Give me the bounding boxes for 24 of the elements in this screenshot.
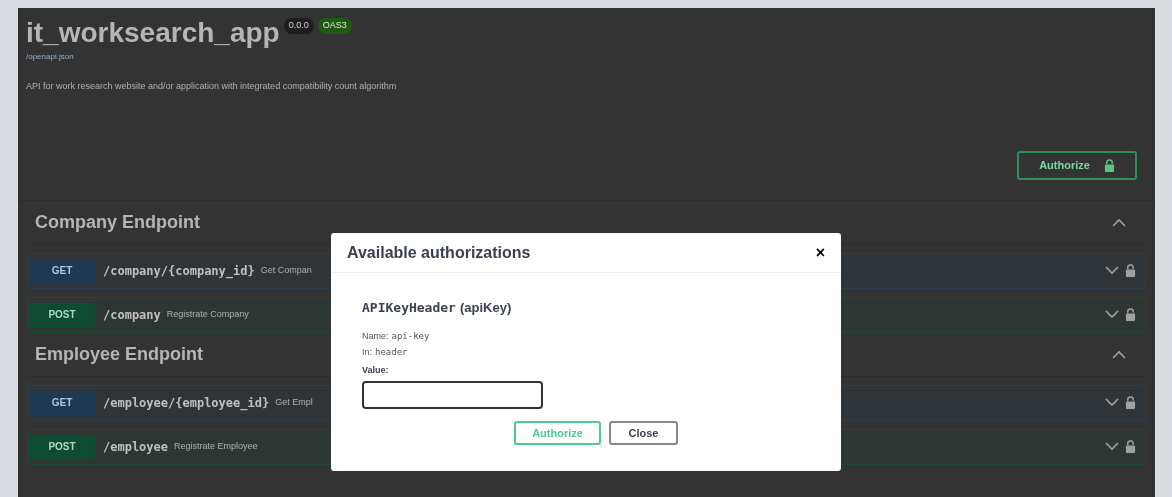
endpoint-summary: Get Compan (260, 263, 312, 277)
method-badge: GET (29, 390, 95, 415)
in-value: header (375, 346, 408, 359)
in-label: In: (362, 346, 372, 359)
version-badge: OAS3 (317, 18, 352, 34)
value-label: Value: (362, 363, 390, 377)
app-title: it_worksearch_app (26, 16, 280, 50)
scheme-name: APIKeyHeader (362, 299, 456, 317)
api-description: API for work research website and/or application with integrated compatibility count algorithm (26, 80, 398, 93)
method-badge: GET (29, 258, 95, 283)
endpoint-path: /company (103, 306, 161, 324)
endpoint-path: /employee/{employee_id} (103, 394, 270, 412)
endpoint-summary: Get Empl (275, 395, 313, 409)
endpoint-path: /company/{company_id} (103, 262, 255, 280)
name-value: api-key (391, 329, 430, 343)
scheme-type: (apiKey) (459, 299, 512, 317)
endpoint-summary: Registrate Company (166, 307, 249, 321)
endpoint-path: /employee (103, 438, 169, 456)
dialog-title: Available authorizations (347, 242, 531, 263)
name-label: Name: (362, 329, 389, 343)
method-badge: POST (29, 434, 95, 459)
version-badge: 0.0.0 (283, 18, 314, 34)
endpoint-summary: Registrate Employee (174, 439, 258, 453)
method-badge: POST (29, 302, 95, 327)
